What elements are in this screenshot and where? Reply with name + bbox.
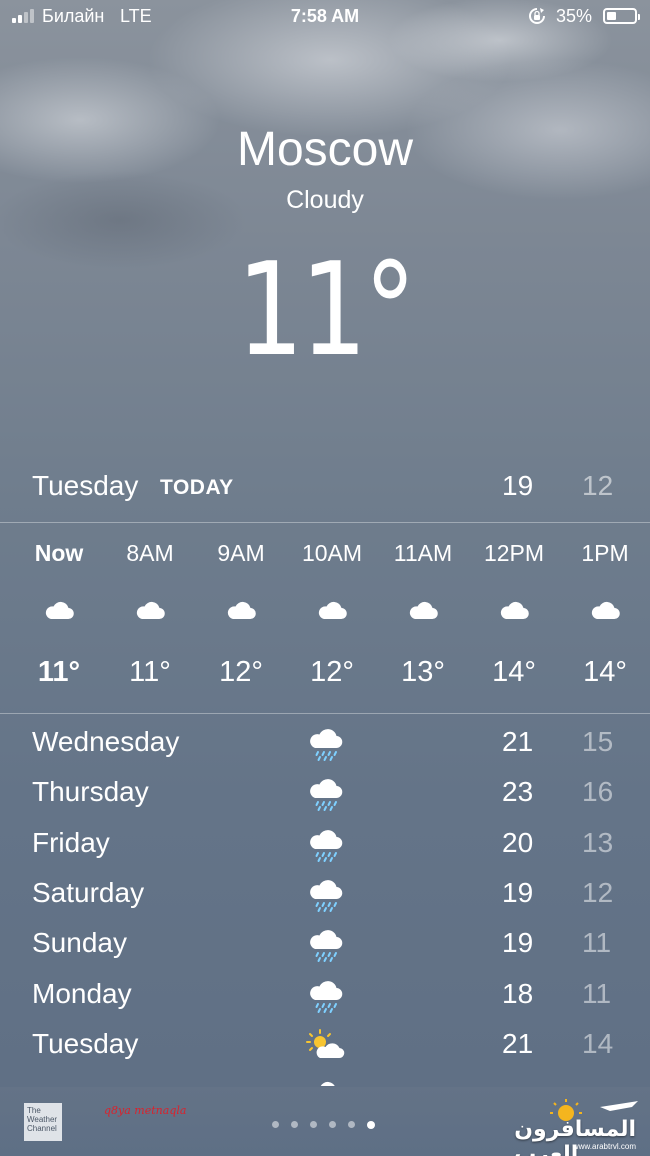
weather-condition: Cloudy: [286, 186, 364, 214]
cloud-icon: [134, 598, 166, 626]
hour-temperature: 11°: [129, 656, 171, 688]
daily-forecast-row: Saturday 19 12: [0, 869, 650, 919]
day-high-temp: 20: [502, 826, 534, 858]
rain-cloud-icon: [306, 877, 346, 913]
daily-forecast-row-partial: [0, 1070, 650, 1086]
cloud-icon: [316, 598, 348, 626]
today-day-name: Tuesday: [32, 470, 139, 501]
day-low-temp: 11: [582, 927, 612, 959]
rotation-lock-icon: [529, 8, 545, 24]
daily-forecast-row: Thursday 23 16: [0, 768, 650, 818]
battery-percentage: 35%: [556, 6, 593, 26]
hourly-item: 9AM 12°: [196, 526, 286, 712]
hourly-item: Now 11°: [14, 526, 104, 712]
hour-time: 9AM: [217, 540, 265, 566]
daily-forecast-row: Wednesday 21 15: [0, 718, 650, 768]
today-high-temp: 19: [502, 470, 534, 501]
page-indicator[interactable]: [272, 1116, 387, 1129]
page-dot[interactable]: [310, 1121, 317, 1129]
day-low-temp: 16: [582, 776, 614, 808]
day-name: Tuesday: [32, 1027, 139, 1059]
cloud-icon: [589, 598, 621, 626]
page-dot-active[interactable]: [367, 1120, 375, 1129]
day-high-temp: 19: [502, 876, 534, 908]
page-dot[interactable]: [272, 1121, 279, 1129]
page-dot[interactable]: [291, 1121, 298, 1129]
hour-time: Now: [34, 540, 84, 566]
cloud-icon: [43, 598, 75, 626]
day-high-temp: 21: [502, 726, 534, 757]
divider: [0, 522, 650, 523]
rain-cloud-icon: [306, 978, 346, 1014]
day-low-temp: 13: [582, 826, 614, 858]
day-name: Saturday: [32, 876, 145, 908]
site-watermark-logo: المسافرون العرب www.arabtrvl.com: [514, 1097, 644, 1156]
hourly-item: 8AM 11°: [105, 526, 195, 712]
day-name: Sunday: [32, 927, 127, 959]
status-time: 7:58 AM: [290, 6, 360, 26]
rain-cloud-icon: [306, 827, 346, 863]
cloud-icon: [407, 598, 439, 626]
day-low-temp: 12: [582, 876, 614, 908]
day-name: Wednesday: [32, 726, 180, 757]
rain-cloud-icon: [306, 927, 346, 963]
battery-icon: [603, 8, 640, 24]
day-low-temp: 11: [582, 977, 612, 1009]
day-high-temp: 23: [502, 776, 534, 808]
hour-temperature: 12°: [219, 656, 263, 688]
rain-cloud-icon: [306, 776, 346, 812]
bottom-toolbar: The Weather Channel q8ya metnaqla المساف…: [0, 1087, 650, 1156]
today-low-temp: 12: [582, 470, 614, 501]
day-name: Friday: [32, 826, 110, 858]
cloud-icon: [498, 598, 530, 626]
site-url: www.arabtrvl.com: [572, 1142, 636, 1151]
hour-temperature: 12°: [310, 656, 354, 688]
daily-forecast-row: Tuesday 21 14: [0, 1020, 650, 1070]
hourly-item: 12PM 14°: [469, 526, 559, 712]
daily-forecast-row: Monday 18 11: [0, 970, 650, 1020]
page-dot[interactable]: [329, 1121, 336, 1129]
cloud-icon: [225, 598, 257, 626]
hour-temperature: 13°: [401, 656, 445, 688]
day-high-temp: 19: [502, 927, 534, 959]
today-summary-row: Tuesday TODAY 19 12: [0, 460, 650, 522]
watermark-text: q8ya metnaqla: [104, 1104, 187, 1117]
day-low-temp: 14: [582, 1027, 614, 1059]
cloud-icon: [310, 1078, 350, 1086]
current-temperature: 11°: [236, 236, 416, 385]
rain-cloud-icon: [306, 726, 346, 762]
hour-time: 11AM: [393, 540, 453, 566]
hourly-item: 1PM 14°: [560, 526, 650, 712]
daily-forecast-list[interactable]: Wednesday 21 15 Thursday 23 16 Friday 20 13 Satur…: [0, 718, 650, 1086]
hour-time: 8AM: [126, 540, 174, 566]
status-bar: Билайн LTE 7:58 AM 35%: [0, 0, 650, 34]
hour-time: 12PM: [483, 540, 545, 566]
today-label: TODAY: [160, 476, 234, 499]
hour-temperature: 14°: [583, 656, 627, 688]
page-dot[interactable]: [348, 1121, 355, 1129]
hourly-item: 10AM 12°: [287, 526, 377, 712]
day-name: Thursday: [32, 776, 149, 808]
hourly-item: 11AM 13°: [378, 526, 468, 712]
divider: [0, 713, 650, 714]
hour-temperature: 14°: [492, 656, 536, 688]
daily-forecast-row: Sunday 19 11: [0, 919, 650, 969]
hour-time: 1PM: [581, 540, 629, 566]
city-name: Moscow: [236, 123, 414, 176]
partly-sunny-icon: [306, 1028, 346, 1064]
daily-forecast-row: Friday 20 13: [0, 819, 650, 869]
day-high-temp: 21: [502, 1027, 534, 1059]
day-name: Monday: [32, 977, 132, 1009]
day-low-temp: 15: [582, 726, 614, 757]
hour-time: 10AM: [301, 540, 363, 566]
day-high-temp: 18: [502, 977, 534, 1009]
hourly-forecast[interactable]: Now 11° 8AM 11° 9AM 12° 10AM 12° 11AM 13° 12PM 14° 1…: [0, 526, 650, 712]
weather-channel-logo[interactable]: The Weather Channel: [24, 1103, 62, 1141]
hour-temperature: 11°: [37, 656, 81, 688]
